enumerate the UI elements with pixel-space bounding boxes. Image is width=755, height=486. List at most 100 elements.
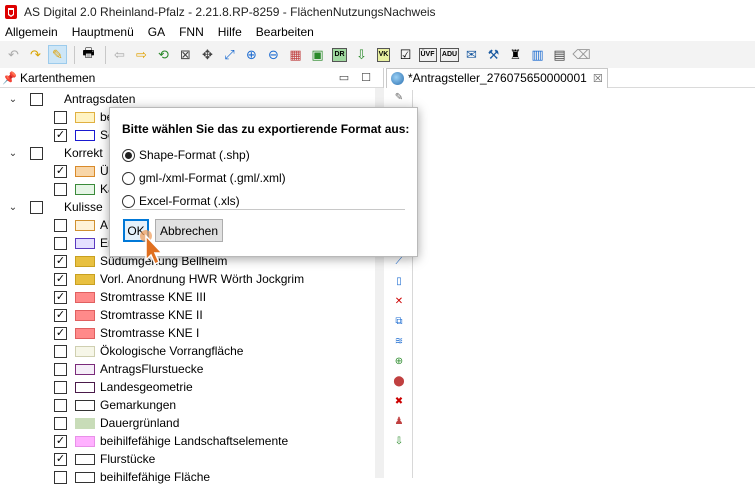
- menu-hilfe[interactable]: Hilfe: [218, 25, 242, 39]
- layer-checkbox[interactable]: ✓: [54, 164, 67, 178]
- delete-icon[interactable]: ✕: [392, 294, 406, 308]
- map-canvas[interactable]: [412, 90, 755, 478]
- layer-group[interactable]: ⌄ Korrekt: [8, 144, 103, 162]
- layer-item[interactable]: Ökologische Vorrangfläche: [54, 342, 243, 360]
- save-icon[interactable]: ▤: [550, 45, 569, 64]
- radio-shape[interactable]: [122, 148, 135, 162]
- pan-icon[interactable]: ✥: [198, 45, 217, 64]
- download-icon[interactable]: ⇩: [392, 434, 406, 448]
- layer-item[interactable]: ✓ Sc: [54, 126, 114, 144]
- layer-checkbox[interactable]: [54, 344, 67, 358]
- adu-icon[interactable]: ADU: [439, 45, 460, 64]
- fit-icon[interactable]: ⤢: [220, 45, 239, 64]
- expand-chevron-icon[interactable]: ⌄: [8, 202, 18, 213]
- layer-item[interactable]: ✓ Stromtrasse KNE III: [54, 288, 206, 306]
- layer-checkbox[interactable]: ✓: [54, 290, 67, 304]
- layer-checkbox[interactable]: ✓: [54, 254, 67, 268]
- map-icon[interactable]: ▥: [528, 45, 547, 64]
- option-excel[interactable]: Excel-Format (.xls): [122, 192, 417, 210]
- tab-antragsteller[interactable]: *Antragsteller_276075650000001 ☒: [386, 67, 608, 88]
- vk-icon[interactable]: VK: [374, 45, 393, 64]
- layer-item[interactable]: Ka: [54, 180, 115, 198]
- menu-bearbeiten[interactable]: Bearbeiten: [256, 25, 314, 39]
- layer-group[interactable]: ⌄ Antragsdaten: [8, 90, 136, 108]
- layer-checkbox[interactable]: [54, 380, 67, 394]
- mail-icon[interactable]: ✉: [462, 45, 481, 64]
- option-gml[interactable]: gml-/xml-Format (.gml/.xml): [122, 169, 417, 187]
- group-checkbox[interactable]: [30, 146, 43, 160]
- redo-icon[interactable]: ↷: [26, 45, 45, 64]
- layer-item[interactable]: Er: [54, 234, 112, 252]
- group-checkbox[interactable]: [30, 200, 43, 214]
- radio-excel[interactable]: [122, 194, 135, 208]
- layer-checkbox[interactable]: ✓: [54, 326, 67, 340]
- layer-checkbox[interactable]: [54, 236, 67, 250]
- layer-item[interactable]: beihilfefähige Fläche: [54, 468, 210, 486]
- select-icon[interactable]: ⊠: [176, 45, 195, 64]
- forward-icon[interactable]: ⇨: [132, 45, 151, 64]
- minimize-icon[interactable]: ▭: [339, 71, 349, 84]
- expand-chevron-icon[interactable]: ⌄: [8, 94, 18, 105]
- ouf-icon[interactable]: ÜVF: [418, 45, 437, 64]
- layer-item[interactable]: Gemarkungen: [54, 396, 176, 414]
- layer-checkbox[interactable]: ✓: [54, 308, 67, 322]
- group-checkbox[interactable]: [30, 92, 43, 106]
- person-marker-icon[interactable]: ♟: [392, 414, 406, 428]
- layer-item[interactable]: Landesgeometrie: [54, 378, 193, 396]
- layer-checkbox[interactable]: [54, 218, 67, 232]
- menu-hauptmenue[interactable]: Hauptmenü: [72, 25, 134, 39]
- layer-item[interactable]: ✓ Üb: [54, 162, 115, 180]
- colors-icon[interactable]: ▣: [308, 45, 327, 64]
- back-icon[interactable]: ⇦: [110, 45, 129, 64]
- layer-checkbox[interactable]: ✓: [54, 452, 67, 466]
- close-icon[interactable]: ☒: [593, 72, 603, 85]
- layer-group[interactable]: ⌄ Kulisse: [8, 198, 103, 216]
- pencil-icon[interactable]: ✎: [392, 90, 406, 104]
- radio-gml[interactable]: [122, 171, 135, 185]
- marker-icon[interactable]: ⬤: [392, 374, 406, 388]
- layer-checkbox[interactable]: [54, 470, 67, 484]
- refresh-icon[interactable]: ⟲: [154, 45, 173, 64]
- layer-item[interactable]: ✓ Stromtrasse KNE I: [54, 324, 199, 342]
- layer-swatch: [75, 291, 95, 303]
- eraser-icon[interactable]: ⌫: [572, 45, 591, 64]
- layer-item[interactable]: AntragsFlurstuecke: [54, 360, 203, 378]
- option-shape[interactable]: Shape-Format (.shp): [122, 146, 417, 164]
- maximize-icon[interactable]: ☐: [361, 71, 371, 84]
- layer-item[interactable]: ✓ Vorl. Anordnung HWR Wörth Jockgrim: [54, 270, 304, 288]
- menu-fnn[interactable]: FNN: [179, 25, 204, 39]
- layer-item[interactable]: ✓ Flurstücke: [54, 450, 155, 468]
- print-icon[interactable]: 🖶: [79, 45, 98, 64]
- layer-item[interactable]: Dauergrünland: [54, 414, 179, 432]
- undo-icon[interactable]: ↶: [4, 45, 23, 64]
- layer-checkbox[interactable]: [54, 110, 67, 124]
- layer-checkbox[interactable]: [54, 416, 67, 430]
- menu-ga[interactable]: GA: [148, 25, 165, 39]
- zoom-out-icon[interactable]: ⊖: [264, 45, 283, 64]
- layer-item[interactable]: AU: [54, 216, 117, 234]
- layer-checkbox[interactable]: [54, 398, 67, 412]
- layer-checkbox[interactable]: [54, 182, 67, 196]
- add-marker-icon[interactable]: ⊕: [392, 354, 406, 368]
- dr-icon[interactable]: DR: [330, 45, 349, 64]
- layer-checkbox[interactable]: [54, 362, 67, 376]
- pencil-icon[interactable]: ✎: [48, 45, 67, 64]
- stripes-icon[interactable]: ≋: [392, 334, 406, 348]
- layer-item[interactable]: ✓ beihilfefähige Landschaftselemente: [54, 432, 288, 450]
- layer-checkbox[interactable]: ✓: [54, 128, 67, 142]
- tools-icon[interactable]: ⚒: [484, 45, 503, 64]
- layer-item[interactable]: be: [54, 108, 113, 126]
- remove-marker-icon[interactable]: ✖: [392, 394, 406, 408]
- export-icon[interactable]: ⇩: [352, 45, 371, 64]
- split-icon[interactable]: ▯: [392, 274, 406, 288]
- layer-checkbox[interactable]: ✓: [54, 434, 67, 448]
- bug-icon[interactable]: ♜: [506, 45, 525, 64]
- layer-item[interactable]: ✓ Stromtrasse KNE II: [54, 306, 203, 324]
- merge-icon[interactable]: ⧉: [392, 314, 406, 328]
- expand-chevron-icon[interactable]: ⌄: [8, 148, 18, 159]
- layers-icon[interactable]: ▦: [286, 45, 305, 64]
- zoom-in-icon[interactable]: ⊕: [242, 45, 261, 64]
- checklist-icon[interactable]: ☑: [396, 45, 415, 64]
- layer-checkbox[interactable]: ✓: [54, 272, 67, 286]
- menu-allgemein[interactable]: Allgemein: [5, 25, 58, 39]
